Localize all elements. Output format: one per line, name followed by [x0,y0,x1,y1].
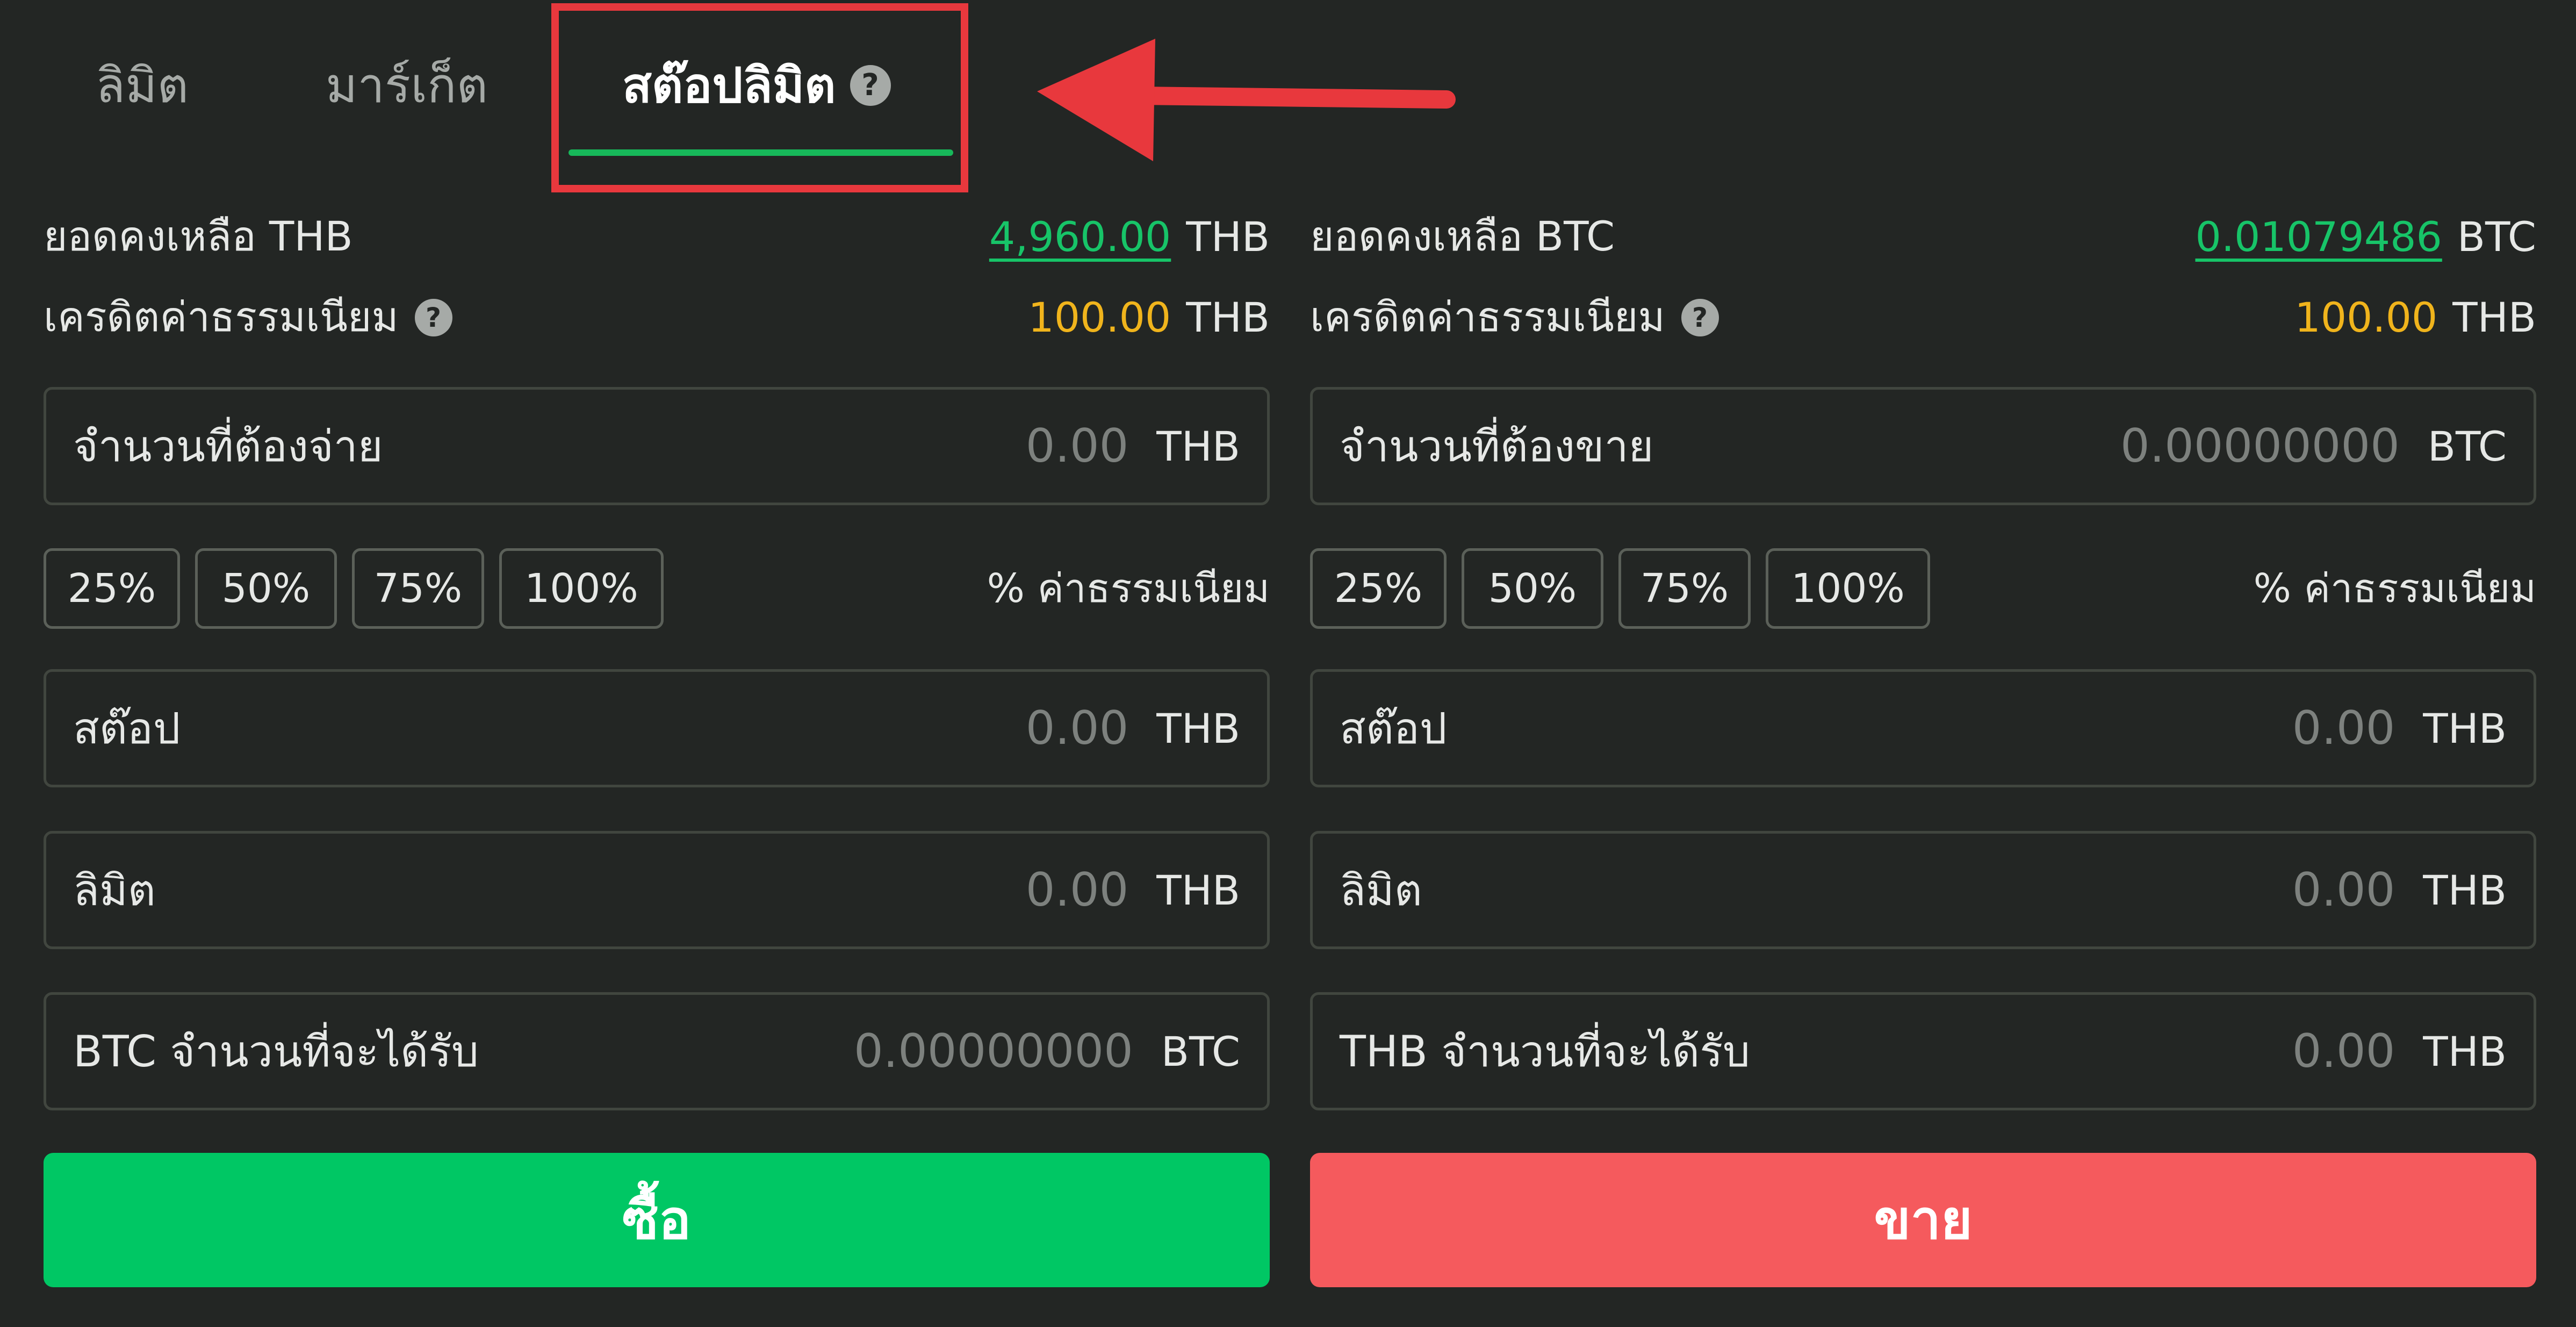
sell-amount-value[interactable]: 0.00000000 [2120,419,2400,473]
sell-receive-unit: THB [2423,1027,2507,1075]
sell-amount-label: จำนวนที่ต้องขาย [1340,421,1654,471]
sell-fee-credit-unit: THB [2452,293,2536,341]
buy-percent-100-button[interactable]: 100% [499,548,664,629]
sell-percent-75-button[interactable]: 75% [1618,548,1751,629]
sell-limit-field[interactable]: ลิมิต 0.00 THB [1310,831,2536,949]
order-type-tabs: ลิมิต มาร์เก็ต สต๊อปลิมิต? [0,0,2576,193]
sell-balance-unit: BTC [2457,212,2536,261]
buy-fee-credit-label: เครดิตค่าธรรมเนียม [44,293,399,341]
sell-amount-unit: BTC [2427,422,2507,470]
tab-limit[interactable]: ลิมิต [96,51,189,121]
buy-button[interactable]: ซื้อ [44,1153,1270,1287]
annotation-arrow-icon [1037,39,1456,161]
sell-percent-50-button[interactable]: 50% [1462,548,1603,629]
buy-stop-unit: THB [1156,704,1240,752]
sell-stop-value[interactable]: 0.00 [2292,701,2395,755]
sell-stop-label: สต๊อป [1340,703,1447,754]
buy-fee-credit-unit: THB [1186,293,1270,341]
buy-limit-field[interactable]: ลิมิต 0.00 THB [44,831,1270,949]
buy-percent-75-button[interactable]: 75% [352,548,484,629]
help-icon[interactable]: ? [1681,299,1719,336]
buy-receive-value: 0.00000000 [854,1024,1133,1078]
sell-fee-credit-label: เครดิตค่าธรรมเนียม [1310,293,1665,341]
buy-balance-label: ยอดคงเหลือ THB [44,212,353,260]
buy-percent-buttons: 25% 50% 75% 100% % ค่าธรรมเนียม [44,548,1270,629]
sell-percent-100-button[interactable]: 100% [1766,548,1930,629]
sell-fee-percent-label: % ค่าธรรมเนียม [2253,565,2536,612]
buy-amount-label: จำนวนที่ต้องจ่าย [73,421,383,471]
sell-percent-buttons: 25% 50% 75% 100% % ค่าธรรมเนียม [1310,548,2536,629]
sell-amount-field[interactable]: จำนวนที่ต้องขาย 0.00000000 BTC [1310,387,2536,505]
help-icon[interactable]: ? [414,299,452,336]
buy-receive-unit: BTC [1161,1027,1240,1075]
buy-balance-row: ยอดคงเหลือ THB 4,960.00 THB [44,204,1270,269]
sell-percent-25-button[interactable]: 25% [1310,548,1447,629]
buy-limit-value[interactable]: 0.00 [1026,863,1128,917]
sell-receive-label: THB จำนวนที่จะได้รับ [1340,1026,1750,1077]
buy-fee-credit-value: 100.00 [1028,293,1171,341]
buy-stop-field[interactable]: สต๊อป 0.00 THB [44,669,1270,787]
buy-limit-unit: THB [1156,866,1240,914]
buy-amount-value[interactable]: 0.00 [1026,419,1128,473]
buy-percent-50-button[interactable]: 50% [195,548,337,629]
buy-stop-label: สต๊อป [73,703,181,754]
tab-market[interactable]: มาร์เก็ต [326,51,488,121]
buy-stop-value[interactable]: 0.00 [1026,701,1128,755]
buy-receive-field[interactable]: BTC จำนวนที่จะได้รับ 0.00000000 BTC [44,992,1270,1110]
sell-stop-field[interactable]: สต๊อป 0.00 THB [1310,669,2536,787]
sell-button[interactable]: ขาย [1310,1153,2536,1287]
buy-percent-25-button[interactable]: 25% [44,548,180,629]
annotation-highlight-box [551,3,968,192]
buy-limit-label: ลิมิต [73,865,156,915]
sell-balance-value[interactable]: 0.01079486 [2195,213,2442,261]
sell-receive-value: 0.00 [2292,1024,2395,1078]
buy-fee-percent-label: % ค่าธรรมเนียม [987,565,1270,612]
sell-fee-credit-row: เครดิตค่าธรรมเนียม? 100.00 THB [1310,285,2536,349]
buy-balance-value[interactable]: 4,960.00 [989,213,1171,261]
buy-fee-credit-row: เครดิตค่าธรรมเนียม? 100.00 THB [44,285,1270,349]
sell-stop-unit: THB [2423,704,2507,752]
buy-balance-unit: THB [1186,212,1270,261]
sell-limit-label: ลิมิต [1340,865,1422,915]
sell-limit-unit: THB [2423,866,2507,914]
sell-balance-label: ยอดคงเหลือ BTC [1310,212,1615,260]
buy-amount-unit: THB [1156,422,1240,470]
sell-limit-value[interactable]: 0.00 [2292,863,2395,917]
sell-balance-row: ยอดคงเหลือ BTC 0.01079486 BTC [1310,204,2536,269]
buy-receive-label: BTC จำนวนที่จะได้รับ [73,1026,479,1077]
buy-amount-field[interactable]: จำนวนที่ต้องจ่าย 0.00 THB [44,387,1270,505]
sell-fee-credit-value: 100.00 [2294,293,2438,341]
sell-receive-field[interactable]: THB จำนวนที่จะได้รับ 0.00 THB [1310,992,2536,1110]
